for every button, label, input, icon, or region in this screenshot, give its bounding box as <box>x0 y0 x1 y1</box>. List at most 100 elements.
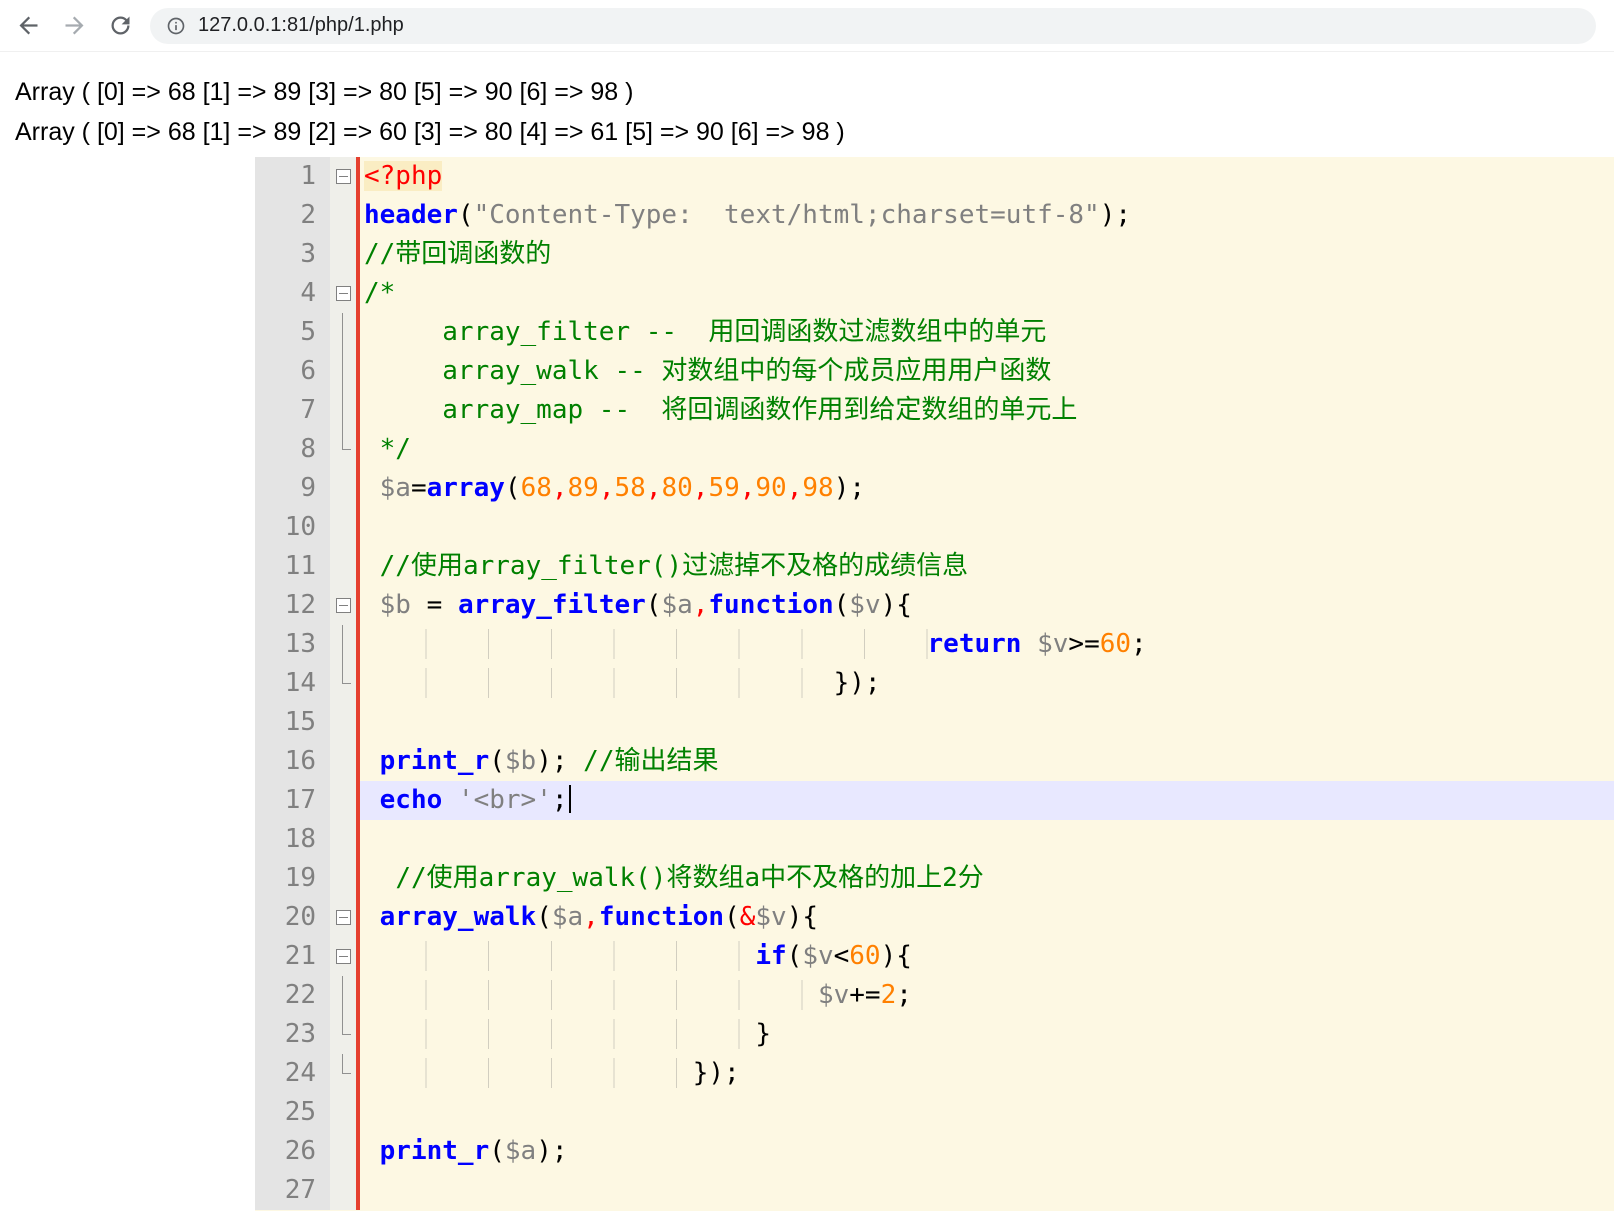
forward-button[interactable] <box>54 6 94 46</box>
fold-marker <box>330 313 356 352</box>
code-line[interactable]: 11 //使用array_filter()过滤掉不及格的成绩信息 <box>255 547 1614 586</box>
code-line[interactable]: 13 return $v>=60; <box>255 625 1614 664</box>
code-line[interactable]: 25 <box>255 1093 1614 1132</box>
fold-margin <box>330 859 356 898</box>
fold-guide <box>342 430 351 450</box>
fold-margin <box>330 196 356 235</box>
code-line[interactable]: 14 }); <box>255 664 1614 703</box>
fold-guide <box>342 1015 351 1035</box>
fold-collapse-icon[interactable] <box>335 910 351 925</box>
code-text: $v+=2; <box>360 976 1614 1015</box>
code-line[interactable]: 17 echo '<br>'; <box>255 781 1614 820</box>
code-line[interactable]: 21 if($v<60){ <box>255 937 1614 976</box>
code-line[interactable]: 2 header("Content-Type: text/html;charset… <box>255 196 1614 235</box>
fold-marker <box>330 1015 356 1054</box>
code-line[interactable]: 10 <box>255 508 1614 547</box>
fold-marker[interactable] <box>330 937 356 976</box>
line-number: 15 <box>255 703 330 742</box>
line-number: 6 <box>255 352 330 391</box>
code-text: echo '<br>'; <box>360 781 1614 820</box>
line-number: 21 <box>255 937 330 976</box>
line-number: 26 <box>255 1132 330 1171</box>
code-line[interactable]: 22 $v+=2; <box>255 976 1614 1015</box>
code-line[interactable]: 6 array_walk -- 对数组中的每个成员应用用户函数 <box>255 352 1614 391</box>
fold-guide <box>342 1054 351 1074</box>
fold-guide <box>342 391 343 430</box>
code-line[interactable]: 20 array_walk($a,function(&$v){ <box>255 898 1614 937</box>
line-number: 11 <box>255 547 330 586</box>
line-number: 25 <box>255 1093 330 1132</box>
fold-margin <box>330 781 356 820</box>
fold-guide <box>342 352 343 391</box>
line-number: 9 <box>255 469 330 508</box>
text-cursor <box>568 785 571 813</box>
code-line[interactable]: 8 */ <box>255 430 1614 469</box>
page-content: Array ( [0] => 68 [1] => 89 [3] => 80 [5… <box>15 72 845 152</box>
code-text: */ <box>364 434 411 464</box>
fold-margin <box>330 703 356 742</box>
line-number: 12 <box>255 586 330 625</box>
fold-collapse-icon[interactable] <box>335 598 351 613</box>
code-editor[interactable]: 1 <?php 2 header("Content-Type: text/html;c… <box>255 157 1614 1211</box>
fold-collapse-icon[interactable] <box>335 949 351 964</box>
browser-toolbar: 127.0.0.1:81/php/1.php <box>0 0 1614 52</box>
code-text: if($v<60){ <box>360 937 1614 976</box>
code-text: print_r($a); <box>379 1136 568 1166</box>
fold-marker <box>330 391 356 430</box>
fold-margin <box>330 508 356 547</box>
back-button[interactable] <box>8 6 48 46</box>
arrow-right-icon <box>65 16 83 35</box>
fold-collapse-icon[interactable] <box>335 286 351 301</box>
code-line[interactable]: 4 /* <box>255 274 1614 313</box>
code-line[interactable]: 5 array_filter -- 用回调函数过滤数组中的单元 <box>255 313 1614 352</box>
page-info-icon[interactable] <box>166 16 186 36</box>
line-number: 18 <box>255 820 330 859</box>
line-number: 20 <box>255 898 330 937</box>
code-line[interactable]: 7 array_map -- 将回调函数作用到给定数组的单元上 <box>255 391 1614 430</box>
line-number: 24 <box>255 1054 330 1093</box>
line-number: 7 <box>255 391 330 430</box>
code-line[interactable]: 19 //使用array_walk()将数组a中不及格的加上2分 <box>255 859 1614 898</box>
code-text: print_r($b); //输出结果 <box>379 746 719 776</box>
refresh-icon <box>111 16 129 35</box>
line-number: 22 <box>255 976 330 1015</box>
fold-marker[interactable] <box>330 274 356 313</box>
line-number: 13 <box>255 625 330 664</box>
code-line[interactable]: 16 print_r($b); //输出结果 <box>255 742 1614 781</box>
url-text[interactable]: 127.0.0.1:81/php/1.php <box>198 14 404 37</box>
fold-margin <box>330 1132 356 1171</box>
code-line[interactable]: 23 } <box>255 1015 1614 1054</box>
fold-marker[interactable] <box>330 586 356 625</box>
code-line[interactable]: 24 }); <box>255 1054 1614 1093</box>
fold-marker[interactable] <box>330 157 356 196</box>
line-number: 14 <box>255 664 330 703</box>
fold-marker[interactable] <box>330 898 356 937</box>
code-text: array_filter -- 用回调函数过滤数组中的单元 <box>364 317 1047 347</box>
line-number: 16 <box>255 742 330 781</box>
fold-margin <box>330 1093 356 1132</box>
fold-guide <box>342 313 343 352</box>
line-number: 19 <box>255 859 330 898</box>
fold-marker <box>330 352 356 391</box>
code-line[interactable]: 27 <box>255 1171 1614 1210</box>
code-line[interactable]: 26 print_r($a); <box>255 1132 1614 1171</box>
code-line[interactable]: 1 <?php <box>255 157 1614 196</box>
code-line[interactable]: 9 $a=array(68,89,58,80,59,90,98); <box>255 469 1614 508</box>
code-text: return $v>=60; <box>360 625 1614 664</box>
reload-button[interactable] <box>100 6 140 46</box>
code-line[interactable]: 18 <box>255 820 1614 859</box>
code-line[interactable]: 12 $b = array_filter($a,function($v){ <box>255 586 1614 625</box>
fold-marker <box>330 976 356 1015</box>
address-bar[interactable]: 127.0.0.1:81/php/1.php <box>150 7 1596 44</box>
fold-collapse-icon[interactable] <box>335 169 351 184</box>
php-output-line-2: Array ( [0] => 68 [1] => 89 [2] => 60 [3… <box>15 118 845 146</box>
line-number: 10 <box>255 508 330 547</box>
fold-marker <box>330 430 356 469</box>
code-text: header("Content-Type: text/html;charset=… <box>364 200 1132 230</box>
line-number: 17 <box>255 781 330 820</box>
code-line[interactable]: 3 //带回调函数的 <box>255 235 1614 274</box>
code-line[interactable]: 15 <box>255 703 1614 742</box>
code-text: array_walk -- 对数组中的每个成员应用用户函数 <box>364 356 1052 386</box>
fold-margin <box>330 820 356 859</box>
